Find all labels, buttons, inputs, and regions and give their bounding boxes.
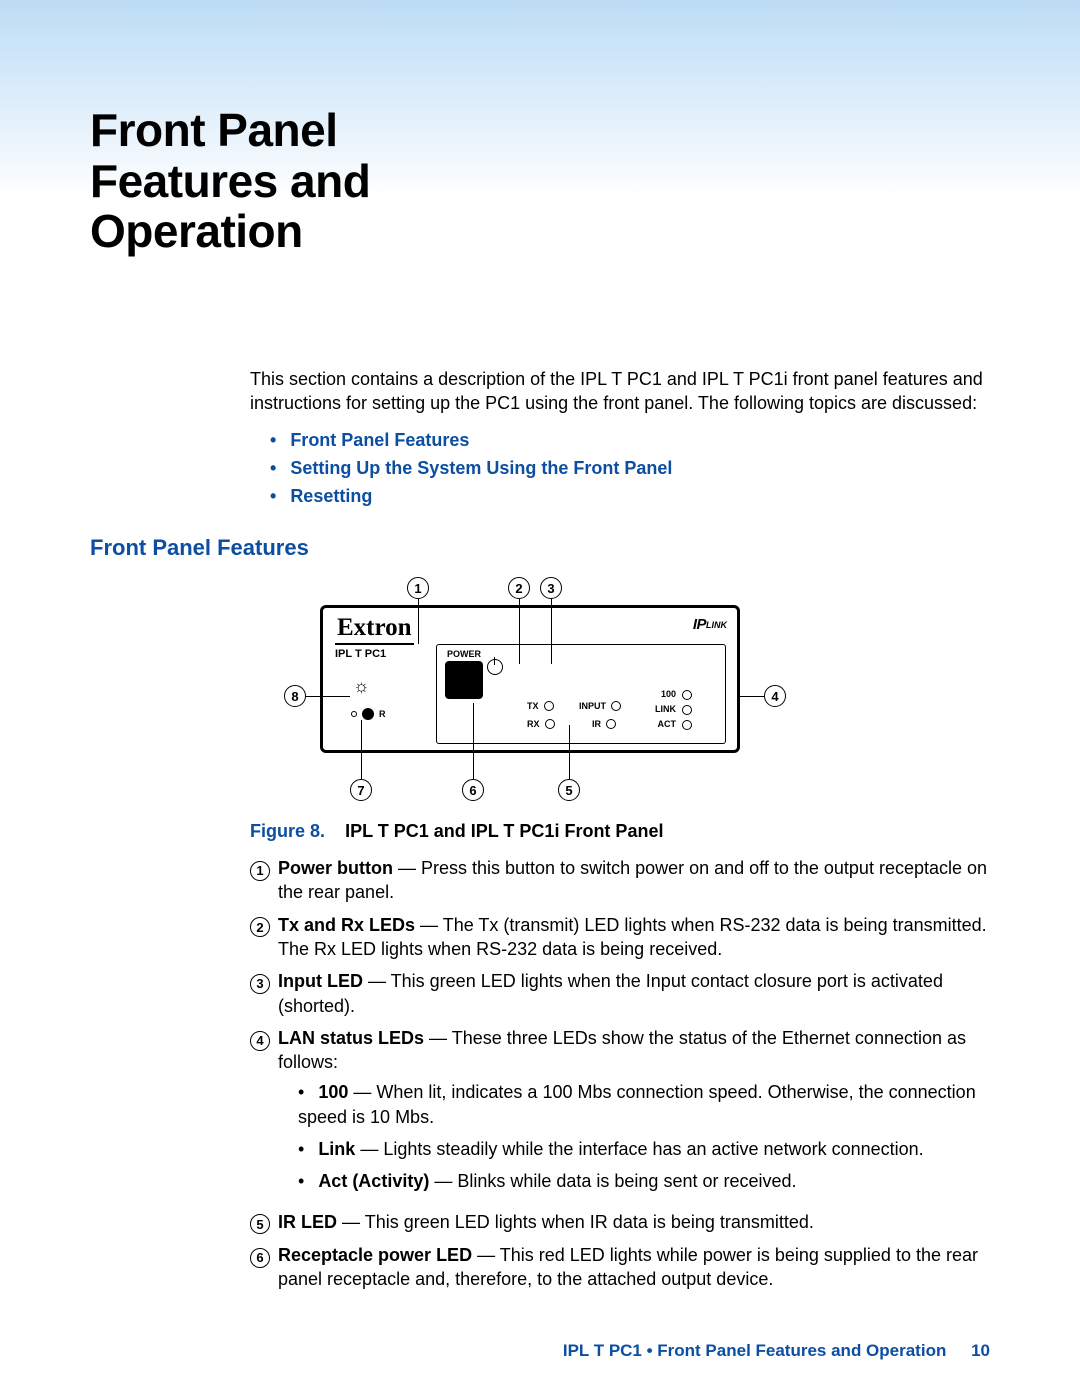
tx-led-label: TX: [527, 701, 554, 711]
led-icon: [544, 701, 554, 711]
topic-link[interactable]: Resetting: [270, 483, 990, 511]
callout-7: 7: [350, 779, 372, 801]
led-icon: [682, 690, 692, 700]
ir-led-label: IR: [592, 719, 616, 729]
leader-line: [473, 703, 474, 780]
section-heading: Front Panel Features: [90, 535, 990, 561]
figure-caption: Figure 8. IPL T PC1 and IPL T PC1i Front…: [250, 821, 990, 842]
iplink-logo: IPLINK: [693, 616, 727, 633]
footer-breadcrumb: IPL T PC1 • Front Panel Features and Ope…: [563, 1341, 947, 1360]
callout-5: 5: [558, 779, 580, 801]
rx-led-label: RX: [527, 719, 555, 729]
intro-paragraph: This section contains a description of t…: [250, 367, 990, 416]
feature-item: 3 Input LED — This green LED lights when…: [250, 969, 990, 1018]
page: Front Panel Features and Operation This …: [0, 0, 1080, 1360]
title-line2: Features and: [90, 155, 370, 207]
lan-led-group: 100 LINK ACT: [655, 687, 692, 732]
brightness-icon: ☼: [353, 676, 370, 697]
power-button-icon: [445, 661, 483, 699]
leader-line: [361, 720, 362, 780]
figure-label: Figure 8.: [250, 821, 325, 841]
feature-term: Tx and Rx LEDs: [278, 915, 415, 935]
power-symbol-icon: [487, 659, 503, 675]
callout-8: 8: [284, 685, 306, 707]
input-led-label: INPUT: [579, 701, 621, 711]
topic-link-list: Front Panel Features Setting Up the Syst…: [270, 427, 990, 511]
reset-button-group: R: [351, 708, 386, 720]
control-panel-inset: POWER TX RX INPUT IR 100 LINK ACT: [436, 644, 726, 744]
iplink-link: LINK: [706, 620, 727, 630]
leader-line: [418, 599, 419, 644]
title-line3: Operation: [90, 205, 303, 257]
reset-label: R: [379, 709, 386, 719]
feature-item: 1 Power button — Press this button to sw…: [250, 856, 990, 905]
feature-term: Input LED: [278, 971, 363, 991]
led-icon: [682, 720, 692, 730]
feature-term: Power button: [278, 858, 393, 878]
model-label: IPL T PC1: [335, 648, 386, 660]
reset-led-icon: [362, 708, 374, 720]
feature-item: 2 Tx and Rx LEDs — The Tx (transmit) LED…: [250, 913, 990, 962]
feature-item: 5 IR LED — This green LED lights when IR…: [250, 1210, 990, 1235]
iplink-ip: IP: [693, 616, 706, 633]
led-icon: [606, 719, 616, 729]
figure-text: IPL T PC1 and IPL T PC1i Front Panel: [345, 821, 663, 841]
feature-subitem: Act (Activity) — Blinks while data is be…: [298, 1169, 990, 1193]
callout-2: 2: [508, 577, 530, 599]
led-icon: [545, 719, 555, 729]
led-icon: [682, 705, 692, 715]
leader-line: [305, 696, 350, 697]
callout-marker: 6: [250, 1248, 270, 1268]
topic-link[interactable]: Front Panel Features: [270, 427, 990, 455]
feature-item: 6 Receptacle power LED — This red LED li…: [250, 1243, 990, 1292]
leader-line: [740, 696, 765, 697]
title-line1: Front Panel: [90, 104, 338, 156]
feature-subitem: Link — Lights steadily while the interfa…: [298, 1137, 990, 1161]
footer-page-number: 10: [971, 1341, 990, 1360]
page-title: Front Panel Features and Operation: [90, 105, 990, 257]
device-outline: Extron IPL T PC1 ☼ R POWER TX RX I: [320, 605, 740, 753]
feature-item: 4 LAN status LEDs — These three LEDs sho…: [250, 1026, 990, 1202]
callout-marker: 2: [250, 917, 270, 937]
callout-6: 6: [462, 779, 484, 801]
callout-marker: 4: [250, 1031, 270, 1051]
feature-sublist: 100 — When lit, indicates a 100 Mbs conn…: [298, 1080, 990, 1193]
power-label: POWER: [445, 649, 483, 659]
callout-marker: 1: [250, 861, 270, 881]
leader-line: [519, 599, 520, 664]
feature-text: — This green LED lights when the Input c…: [278, 971, 943, 1015]
callout-1: 1: [407, 577, 429, 599]
callout-4: 4: [764, 685, 786, 707]
topic-link[interactable]: Setting Up the System Using the Front Pa…: [270, 455, 990, 483]
feature-term: LAN status LEDs: [278, 1028, 424, 1048]
feature-term: IR LED: [278, 1212, 337, 1232]
power-button-group: POWER: [445, 649, 483, 699]
callout-marker: 5: [250, 1214, 270, 1234]
feature-text: — This green LED lights when IR data is …: [337, 1212, 814, 1232]
feature-subitem: 100 — When lit, indicates a 100 Mbs conn…: [298, 1080, 990, 1129]
page-footer: IPL T PC1 • Front Panel Features and Ope…: [563, 1341, 990, 1361]
feature-list: 1 Power button — Press this button to sw…: [250, 856, 990, 1291]
callout-marker: 3: [250, 974, 270, 994]
front-panel-diagram: Extron IPL T PC1 ☼ R POWER TX RX I: [270, 575, 790, 805]
callout-3: 3: [540, 577, 562, 599]
reset-pinhole-icon: [351, 711, 357, 717]
leader-line: [551, 599, 552, 664]
brand-label: Extron: [335, 614, 414, 645]
led-icon: [611, 701, 621, 711]
leader-line: [569, 725, 570, 780]
feature-term: Receptacle power LED: [278, 1245, 472, 1265]
front-panel-figure: Extron IPL T PC1 ☼ R POWER TX RX I: [270, 575, 990, 805]
